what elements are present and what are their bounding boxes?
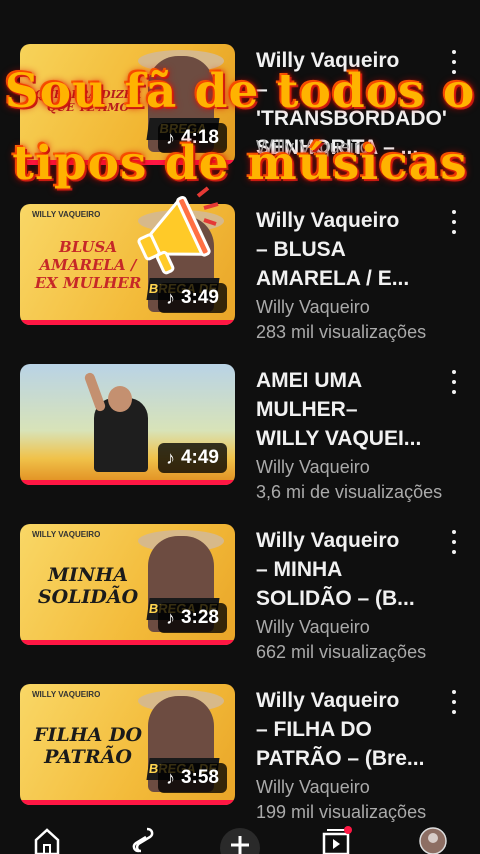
watch-progress-bar — [20, 800, 235, 805]
view-count: 662 mil visualizações — [256, 642, 427, 662]
video-title[interactable]: AMEI UMA MULHER– WILLY VAQUEI... — [256, 366, 446, 453]
music-note-icon: ♪ — [165, 287, 175, 308]
view-count: 3,6 mi de visualizações — [256, 482, 443, 502]
duration-text: 3:28 — [180, 607, 219, 628]
video-item[interactable]: WILLY VAQUEIRO BLUSA AMARELA / EX MULHER… — [0, 204, 480, 354]
music-note-icon: ♪ — [165, 447, 175, 468]
watch-progress-bar — [20, 480, 235, 485]
thumbnail-brand: WILLY VAQUEIRO — [32, 210, 101, 219]
video-item[interactable]: ♪ 4:49 AMEI UMA MULHER– WILLY VAQUEI... … — [0, 364, 480, 514]
duration-text: 3:58 — [180, 767, 219, 788]
watch-progress-bar — [20, 640, 235, 645]
shorts-icon[interactable] — [128, 826, 158, 854]
duration-text: 4:49 — [180, 447, 219, 468]
view-count: 199 mil visualizações — [256, 802, 427, 822]
video-title[interactable]: Willy Vaqueiro – BLUSA AMARELA / E... — [256, 206, 446, 293]
duration-badge: ♪ 4:49 — [157, 443, 227, 473]
thumbnail-brand: WILLY VAQUEIRO — [32, 530, 101, 539]
overlay-caption-line-1: Sou fã de todos o — [4, 64, 476, 119]
video-thumbnail[interactable]: WILLY VAQUEIRO MINHA SOLIDÃO BREGA DE ♪ … — [20, 524, 235, 645]
more-vert-icon[interactable] — [446, 688, 462, 716]
bottom-navigation — [0, 824, 480, 854]
video-thumbnail[interactable]: WILLY VAQUEIRO FILHA DO PATRÃO BREGA DE … — [20, 684, 235, 805]
megaphone-icon — [137, 186, 219, 275]
thumbnail-brand: WILLY VAQUEIRO — [32, 690, 101, 699]
channel-name[interactable]: Willy Vaqueiro — [256, 297, 370, 318]
overlay-caption-line-2: tipos de músicas — [12, 136, 468, 191]
subscriptions-icon[interactable] — [320, 826, 354, 854]
music-note-icon: ♪ — [165, 767, 175, 788]
channel-name[interactable]: Willy Vaqueiro — [256, 457, 370, 478]
thumbnail-art-text: FILHA DO PATRÃO — [33, 724, 143, 768]
more-vert-icon[interactable] — [446, 368, 462, 396]
view-count: 283 mil visualizações — [256, 322, 427, 342]
home-icon[interactable] — [32, 826, 62, 854]
video-title[interactable]: Willy Vaqueiro – MINHA SOLIDÃO – (B... — [256, 526, 446, 613]
duration-text: 3:49 — [180, 287, 219, 308]
duration-badge: ♪ 3:49 — [157, 283, 227, 313]
video-thumbnail[interactable]: ♪ 4:49 — [20, 364, 235, 485]
channel-name[interactable]: Willy Vaqueiro — [256, 617, 370, 638]
more-vert-icon[interactable] — [446, 208, 462, 236]
channel-name[interactable]: Willy Vaqueiro — [256, 777, 370, 798]
video-item[interactable]: WILLY VAQUEIRO MINHA SOLIDÃO BREGA DE ♪ … — [0, 524, 480, 674]
avatar[interactable] — [418, 826, 448, 854]
music-note-icon: ♪ — [165, 607, 175, 628]
duration-badge: ♪ 3:58 — [157, 763, 227, 793]
video-title[interactable]: Willy Vaqueiro – FILHA DO PATRÃO – (Bre.… — [256, 686, 446, 773]
more-vert-icon[interactable] — [446, 528, 462, 556]
watch-progress-bar — [20, 320, 235, 325]
thumbnail-art-text: MINHA SOLIDÃO — [37, 564, 139, 608]
create-icon[interactable] — [218, 826, 262, 854]
video-item[interactable]: WILLY VAQUEIRO FILHA DO PATRÃO BREGA DE … — [0, 684, 480, 834]
duration-badge: ♪ 3:28 — [157, 603, 227, 633]
